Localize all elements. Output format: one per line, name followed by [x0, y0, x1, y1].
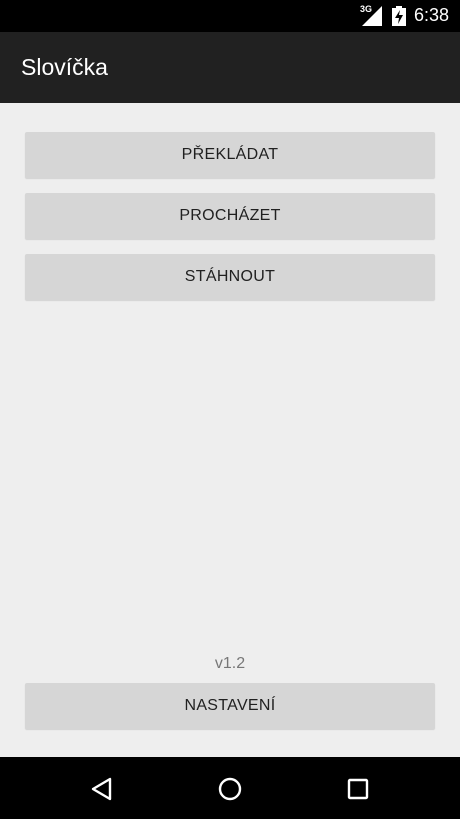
settings-button[interactable]: NASTAVENÍ [25, 683, 435, 729]
download-button[interactable]: STÁHNOUT [25, 254, 435, 300]
home-icon[interactable] [212, 771, 248, 807]
main-content: PŘEKLÁDAT PROCHÁZET STÁHNOUT v1.2 NASTAV… [0, 103, 460, 757]
recents-icon[interactable] [340, 771, 376, 807]
browse-button[interactable]: PROCHÁZET [25, 193, 435, 239]
version-label: v1.2 [214, 655, 246, 672]
translate-button[interactable]: PŘEKLÁDAT [25, 132, 435, 178]
navigation-bar [0, 757, 460, 819]
app-title: Slovíčka [21, 54, 108, 80]
app-screen: 3G 6:38 Slovíčka PŘEKLÁDAT PROCHÁZET STÁ… [0, 0, 460, 819]
status-bar: 3G 6:38 [0, 0, 460, 32]
signal-icon [362, 6, 382, 26]
back-icon[interactable] [84, 771, 120, 807]
action-bar: Slovíčka [0, 32, 460, 103]
battery-charging-icon [392, 6, 406, 26]
status-clock: 6:38 [414, 5, 450, 25]
